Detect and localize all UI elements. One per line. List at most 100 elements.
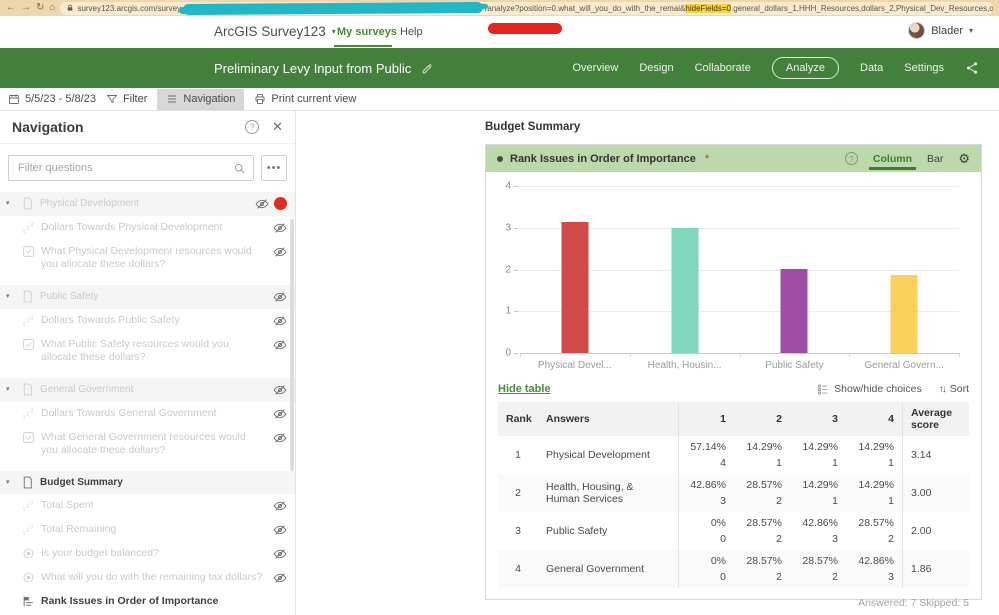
eye-slash-icon[interactable]	[273, 431, 287, 445]
nav-question-10[interactable]: Total Spent	[0, 494, 295, 518]
cell-percent: 57.14%	[690, 441, 726, 453]
url-highlighted-param: hideFields=0	[685, 3, 731, 13]
bullet-dot-icon	[497, 155, 503, 162]
banner-tab-collaborate[interactable]: Collaborate	[695, 62, 751, 74]
question-title: Rank Issues in Order of Importance	[510, 152, 696, 165]
help-icon[interactable]: ?	[245, 120, 260, 134]
lock-icon	[66, 4, 74, 12]
nav-question-14[interactable]: Rank Issues in Order of Importance	[0, 590, 295, 613]
banner-tab-overview[interactable]: Overview	[573, 62, 619, 74]
nav-section-9[interactable]: ▾ Budget Summary	[0, 471, 295, 494]
cell-choice-4: 28.57% 2	[846, 512, 902, 550]
nav-question-13[interactable]: What will you do with the remaining tax …	[0, 566, 295, 590]
brand-menu[interactable]: ArcGIS Survey123 ▾	[214, 24, 336, 39]
bar-general-government[interactable]	[890, 275, 918, 353]
cell-average-score: 1.86	[902, 550, 971, 588]
nav-question-4[interactable]: Dollars Towards Public Safety	[0, 309, 295, 333]
table-header-6: Average score	[902, 402, 971, 436]
sort-button[interactable]: ↑↓ Sort	[939, 383, 969, 395]
date-range-control[interactable]: 5/5/23 - 5/8/23	[8, 93, 96, 105]
banner-tab-data[interactable]: Data	[860, 62, 883, 74]
checkbox-icon	[22, 338, 35, 351]
chevron-expand-icon[interactable]: ▾	[6, 476, 15, 489]
bar-health-housing-human-services[interactable]	[671, 228, 699, 353]
tab-bar[interactable]: Bar	[927, 153, 943, 165]
share-icon[interactable]	[965, 61, 979, 75]
rank-icon	[22, 595, 35, 608]
edit-title-pencil-icon[interactable]	[421, 62, 434, 75]
nav-question-1[interactable]: Dollars Towards Physical Development	[0, 216, 295, 240]
eye-slash-icon[interactable]	[273, 221, 287, 235]
url-redaction-scribble	[182, 1, 484, 15]
nav-question-5[interactable]: What Public Safety resources would you a…	[0, 333, 295, 369]
user-menu[interactable]: Blader ▾	[908, 22, 973, 39]
nav-section-3[interactable]: ▾ Public Safety	[0, 285, 295, 309]
eye-slash-icon[interactable]	[273, 290, 287, 304]
survey-title-row: Preliminary Levy Input from Public	[214, 61, 434, 76]
banner-tab-analyze[interactable]: Analyze	[771, 57, 839, 79]
nav-question-12[interactable]: Is your budget balanced?	[0, 542, 295, 566]
gear-icon[interactable]: ⚙	[958, 152, 970, 165]
eye-slash-icon[interactable]	[255, 197, 269, 211]
header-link-my-surveys[interactable]: My surveys	[337, 26, 397, 38]
nav-question-2[interactable]: What Physical Development resources woul…	[0, 240, 295, 276]
header-link-help[interactable]: Help	[400, 26, 423, 38]
chart-help-icon[interactable]: ?	[844, 152, 858, 165]
close-icon[interactable]: ✕	[272, 119, 283, 135]
eye-slash-icon[interactable]	[273, 499, 287, 513]
address-bar[interactable]: survey123.arcgis.com/survey /analyze?pos…	[60, 1, 993, 15]
nav-section-0[interactable]: ▾ Physical Development	[0, 192, 295, 216]
bar-physical-development[interactable]	[561, 222, 589, 353]
eye-slash-icon[interactable]	[273, 245, 287, 259]
banner-tab-settings[interactable]: Settings	[904, 62, 944, 74]
eye-slash-icon[interactable]	[273, 383, 287, 397]
nav-section-6[interactable]: ▾ General Government	[0, 378, 295, 402]
browser-home-icon[interactable]: ⌂	[49, 3, 55, 13]
more-options-button[interactable]: •••	[261, 155, 287, 181]
nav-question-8[interactable]: What General Government resources would …	[0, 426, 295, 462]
checkbox-icon	[22, 245, 35, 258]
tab-column[interactable]: Column	[868, 153, 917, 170]
nav-item-label: What will you do with the remaining tax …	[41, 571, 263, 583]
bar-public-safety[interactable]	[780, 269, 808, 353]
cell-percent: 14.29%	[746, 441, 782, 453]
hide-table-link[interactable]: Hide table	[498, 383, 551, 395]
analyze-toolbar: 5/5/23 - 5/8/23 Filter Navigation Print …	[0, 88, 999, 111]
nav-scrollbar-thumb[interactable]	[290, 219, 294, 471]
show-hide-choices-label: Show/hide choices	[834, 383, 922, 395]
eye-slash-icon[interactable]	[273, 547, 287, 561]
nav-item-label: What Physical Development resources woul…	[41, 245, 252, 270]
chevron-expand-icon[interactable]: ▾	[6, 383, 15, 396]
eye-slash-icon[interactable]	[273, 407, 287, 421]
eye-slash-icon[interactable]	[273, 338, 287, 352]
cell-choice-3: 42.86% 3	[790, 512, 846, 550]
chevron-expand-icon[interactable]: ▾	[6, 197, 15, 210]
filter-questions-input[interactable]	[9, 162, 253, 174]
browser-reload-icon[interactable]: ↻	[36, 3, 44, 13]
nav-question-7[interactable]: Dollars Towards General Government	[0, 402, 295, 426]
banner-tab-design[interactable]: Design	[639, 62, 673, 74]
filter-button[interactable]: Filter	[106, 93, 147, 105]
choices-list-icon	[817, 383, 829, 395]
cell-average-score: 3.14	[902, 436, 971, 474]
cell-percent: 14.29%	[858, 479, 894, 491]
nav-question-11[interactable]: Total Remaining	[0, 518, 295, 542]
browser-back-icon[interactable]: ←	[6, 3, 16, 13]
y-tick-1	[514, 311, 519, 313]
show-hide-choices-button[interactable]: Show/hide choices	[817, 383, 922, 395]
cell-count: 0	[720, 571, 726, 583]
y-tick-label-1: 1	[505, 305, 511, 317]
print-button[interactable]: Print current view	[254, 93, 356, 105]
eye-slash-icon[interactable]	[273, 523, 287, 537]
chevron-expand-icon[interactable]: ▾	[6, 290, 15, 303]
y-tick-label-2: 2	[505, 264, 511, 275]
eye-slash-icon[interactable]	[273, 314, 287, 328]
question-card-header: Rank Issues in Order of Importance * ? C…	[486, 145, 981, 172]
x-tick-0	[520, 353, 521, 357]
eye-slash-icon[interactable]	[273, 571, 287, 585]
cell-count: 3	[888, 571, 894, 583]
browser-forward-icon[interactable]: →	[21, 3, 31, 13]
navigation-toggle-button[interactable]: Navigation	[157, 88, 245, 110]
nav-item-label: Total Spent	[41, 499, 94, 511]
browser-chrome: ← → ↻ ⌂ survey123.arcgis.com/survey /ana…	[0, 0, 999, 16]
